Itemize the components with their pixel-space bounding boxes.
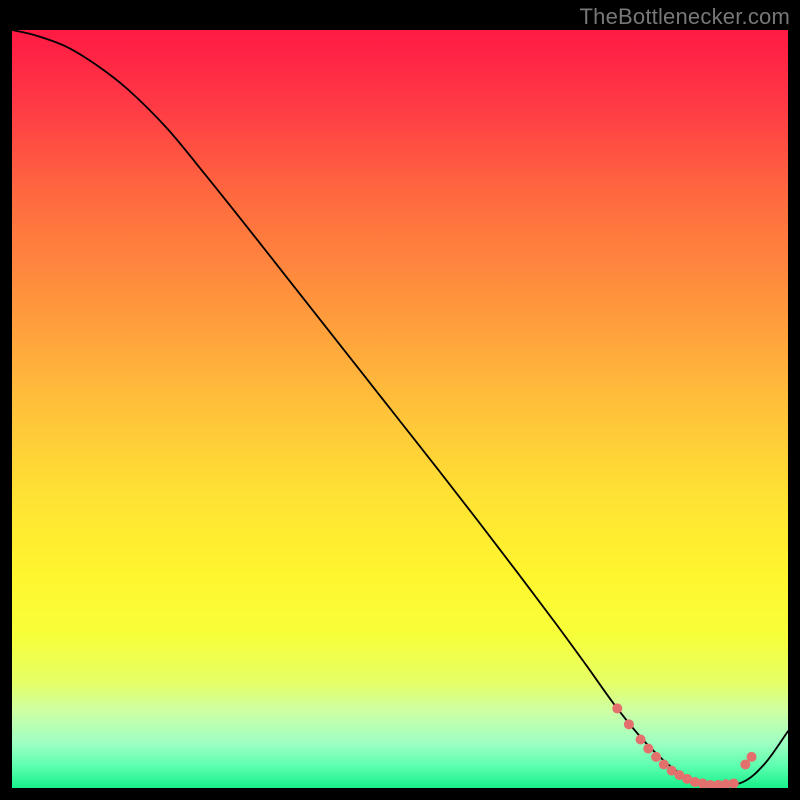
highlight-dot bbox=[636, 734, 646, 744]
highlight-dot bbox=[747, 752, 757, 762]
gradient-background bbox=[12, 30, 788, 788]
plot-area bbox=[12, 30, 788, 788]
bottleneck-chart bbox=[12, 30, 788, 788]
chart-stage: TheBottlenecker.com bbox=[0, 0, 800, 800]
highlight-dot bbox=[651, 752, 661, 762]
highlight-dot bbox=[612, 703, 622, 713]
highlight-dot bbox=[643, 744, 653, 754]
highlight-dot bbox=[729, 778, 739, 788]
highlight-dot bbox=[624, 719, 634, 729]
attribution-label: TheBottlenecker.com bbox=[580, 4, 790, 30]
